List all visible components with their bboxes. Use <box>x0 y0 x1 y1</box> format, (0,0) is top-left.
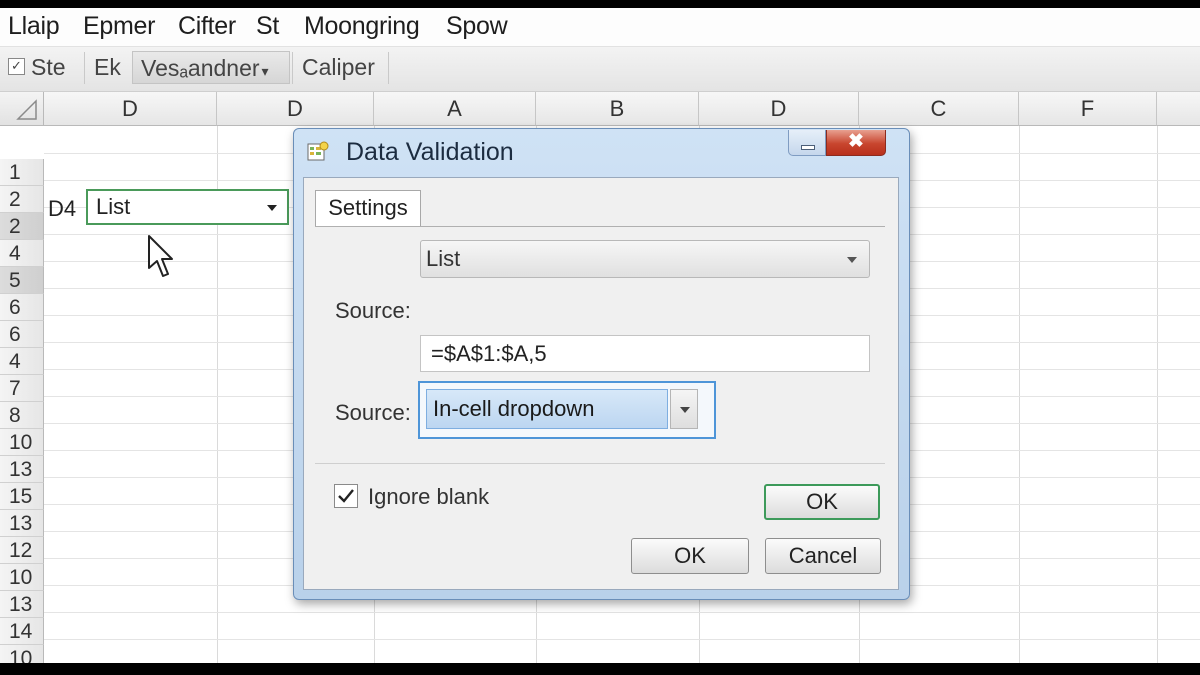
mouse-pointer-icon <box>148 235 173 277</box>
row-header[interactable]: 6 <box>0 294 44 321</box>
row-header[interactable]: 1 <box>0 159 44 186</box>
column-header[interactable]: D <box>699 92 859 126</box>
data-validation-icon <box>307 141 329 161</box>
row-header[interactable]: 13 <box>0 456 44 483</box>
incell-dropdown-field[interactable]: In-cell dropdown <box>426 389 668 429</box>
menu-item-llaip[interactable]: Llaip <box>8 12 60 41</box>
column-header[interactable]: A <box>374 92 536 126</box>
row-header[interactable]: 6 <box>0 321 44 348</box>
cell-reference-label: D4 <box>48 196 77 221</box>
row-header[interactable]: 2 <box>0 213 44 240</box>
cancel-button[interactable]: Cancel <box>765 538 881 574</box>
check-icon: ✓ <box>8 58 25 76</box>
menu-item-cifter[interactable]: Cifter <box>178 12 236 41</box>
dialog-body: Settings List Source: =$A$1:$A,5 Source:… <box>303 177 899 590</box>
menu-bar: Llaip Epmer Cifter St Moongring Spow <box>0 8 1200 47</box>
grid-line <box>44 612 1200 613</box>
row-header[interactable]: 15 <box>0 483 44 510</box>
source-input[interactable]: =$A$1:$A,5 <box>420 335 870 372</box>
row-header[interactable]: 10 <box>0 645 44 663</box>
row-header[interactable]: 12 <box>0 537 44 564</box>
tab-divider <box>315 226 885 227</box>
close-icon: ✖ <box>848 131 864 152</box>
column-header[interactable]: F <box>1019 92 1157 126</box>
minimize-button[interactable] <box>788 130 826 156</box>
checkmark-icon <box>338 489 354 503</box>
cell-dropdown-value: List <box>96 194 131 219</box>
row-header[interactable]: 2 <box>0 186 44 213</box>
data-validation-dialog: Data Validation ✖ Settings List Source: … <box>293 128 910 600</box>
column-header[interactable]: D <box>217 92 374 126</box>
divider <box>315 463 885 464</box>
menu-item-epmer[interactable]: Epmer <box>83 12 155 41</box>
toolbar-separator <box>84 52 85 84</box>
row-header[interactable]: 5 <box>0 267 44 294</box>
toolbar-caliper-button[interactable]: Caliper <box>302 51 375 84</box>
toolbar-vesandner-label: Vesₐandner <box>141 55 260 81</box>
row-header[interactable]: 13 <box>0 591 44 618</box>
ok-default-button[interactable]: OK <box>764 484 880 520</box>
menu-item-st[interactable]: St <box>256 12 279 41</box>
toolbar: ✓ Ste Ek Vesₐandner ▾ Caliper <box>0 47 1200 92</box>
toolbar-vesandner-dropdown[interactable]: Vesₐandner ▾ <box>132 51 290 84</box>
toolbar-ek-button[interactable]: Ek <box>94 51 121 84</box>
column-header[interactable]: B <box>536 92 699 126</box>
incell-dropdown-group: In-cell dropdown <box>418 381 716 439</box>
row-header[interactable]: 13 <box>0 510 44 537</box>
menu-item-spow[interactable]: Spow <box>446 12 508 41</box>
ok-button[interactable]: OK <box>631 538 749 574</box>
source-label: Source: <box>335 298 411 323</box>
spreadsheet-app: Llaip Epmer Cifter St Moongring Spow ✓ St… <box>0 8 1200 663</box>
dropdown-arrow-icon <box>267 205 277 211</box>
minimize-icon <box>801 145 815 150</box>
dropdown-arrow-icon <box>847 257 857 263</box>
dialog-title-bar[interactable]: Data Validation ✖ <box>294 129 909 177</box>
row-header[interactable]: 14 <box>0 618 44 645</box>
allow-select[interactable]: List <box>420 240 870 278</box>
toolbar-ste-button[interactable]: ✓ Ste <box>2 51 66 84</box>
row-header[interactable]: 7 <box>0 375 44 402</box>
dialog-title: Data Validation <box>346 138 514 166</box>
column-header[interactable]: D <box>44 92 217 126</box>
incell-dropdown-button[interactable] <box>670 389 698 429</box>
allow-select-value: List <box>426 246 461 271</box>
source-label-secondary: Source: <box>335 400 411 425</box>
chevron-down-icon: ▾ <box>261 63 269 79</box>
toolbar-separator <box>388 52 389 84</box>
cell-list-dropdown[interactable]: List <box>86 189 289 225</box>
close-button[interactable]: ✖ <box>826 130 886 156</box>
row-header[interactable]: 10 <box>0 564 44 591</box>
row-header[interactable]: 4 <box>0 348 44 375</box>
ignore-blank-checkbox[interactable] <box>334 484 358 508</box>
tab-settings[interactable]: Settings <box>315 190 421 227</box>
row-header[interactable]: 4 <box>0 240 44 267</box>
ignore-blank-label: Ignore blank <box>368 484 490 509</box>
select-all-corner[interactable] <box>0 92 44 126</box>
toolbar-ste-label: Ste <box>31 54 66 80</box>
column-header[interactable]: C <box>859 92 1019 126</box>
menu-item-moongring[interactable]: Moongring <box>304 12 420 41</box>
grid-line <box>44 639 1200 640</box>
corner-triangle-icon <box>16 99 37 120</box>
row-header[interactable]: 8 <box>0 402 44 429</box>
row-header[interactable]: 10 <box>0 429 44 456</box>
column-header-empty[interactable] <box>1157 92 1200 126</box>
toolbar-separator <box>292 52 293 84</box>
dropdown-arrow-icon <box>680 407 690 413</box>
